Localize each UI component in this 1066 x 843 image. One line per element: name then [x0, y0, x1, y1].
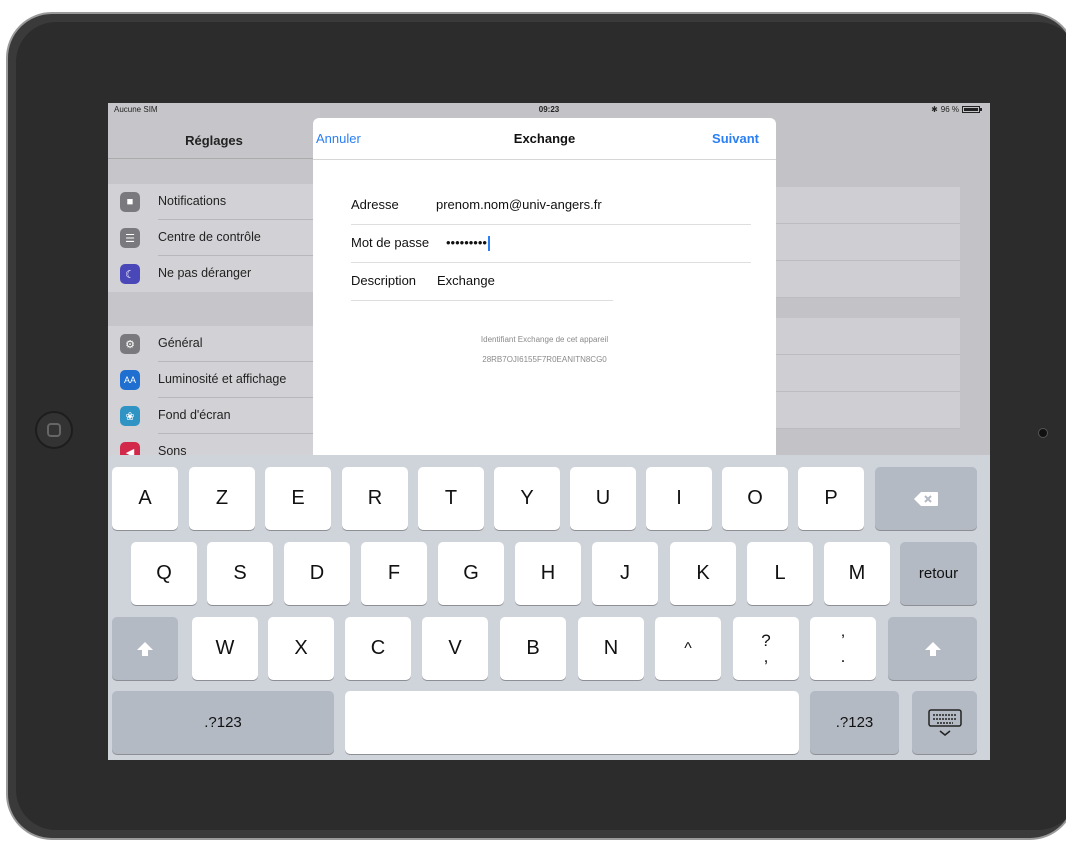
sidebar-item-label: Luminosité et affichage [158, 372, 287, 386]
delete-key[interactable] [875, 467, 977, 530]
shift-key-right[interactable] [888, 617, 977, 680]
gear-icon: ⚙ [120, 334, 140, 354]
key-j[interactable]: J [592, 542, 658, 605]
sidebar-item-wallpaper[interactable]: ❀ Fond d'écran [108, 398, 320, 434]
settings-group-1: ■ Notifications ☰ Centre de contrôle ☾ N… [108, 184, 320, 292]
key-e[interactable]: E [265, 467, 331, 530]
home-button[interactable] [35, 411, 73, 449]
key-w[interactable]: W [192, 617, 258, 680]
key-x[interactable]: X [268, 617, 334, 680]
sidebar-item-label: Général [158, 336, 203, 350]
key-o[interactable]: O [722, 467, 788, 530]
wallpaper-icon: ❀ [120, 406, 140, 426]
password-dots: ••••••••• [446, 235, 487, 250]
moon-icon: ☾ [120, 264, 140, 284]
sidebar-item-label: Notifications [158, 194, 227, 208]
control-center-icon: ☰ [120, 228, 140, 248]
password-input[interactable]: ••••••••• [446, 235, 490, 252]
address-label: Adresse [351, 197, 399, 212]
bluetooth-icon: ✱ [931, 105, 938, 114]
key-n[interactable]: N [578, 617, 644, 680]
key-d[interactable]: D [284, 542, 350, 605]
key-g[interactable]: G [438, 542, 504, 605]
key-m[interactable]: M [824, 542, 890, 605]
space-bar[interactable] [345, 691, 799, 754]
sidebar-item-general[interactable]: ⚙ Général [108, 326, 320, 362]
clock: 09:23 [538, 105, 560, 114]
sheet-title: Exchange [513, 131, 576, 146]
text-caret [487, 236, 490, 252]
camera-icon [1038, 428, 1048, 438]
sidebar-item-label: Centre de contrôle [158, 230, 261, 244]
shift-key-left[interactable] [112, 617, 178, 680]
key-z[interactable]: Z [189, 467, 255, 530]
key-y[interactable]: Y [494, 467, 560, 530]
key-circumflex[interactable]: ^ [655, 617, 721, 680]
return-key[interactable]: retour [900, 542, 977, 605]
key-k[interactable]: K [670, 542, 736, 605]
keyboard: A Z E R T Y U I O P Q S D F G H J K L M … [108, 455, 990, 760]
sidebar-item-label: Ne pas déranger [158, 266, 252, 280]
key-c[interactable]: C [345, 617, 411, 680]
home-square-icon [47, 423, 61, 437]
key-bottom-char: , [763, 646, 769, 666]
battery-icon [962, 106, 982, 113]
dismiss-keyboard-key[interactable] [912, 691, 977, 754]
description-input[interactable]: Exchange [437, 273, 495, 288]
address-field[interactable]: Adresse prenom.nom@univ-angers.fr [351, 187, 751, 225]
device-id-caption: Identifiant Exchange de cet appareil [480, 335, 609, 344]
key-question-comma[interactable]: ? , [733, 617, 799, 680]
password-field[interactable]: Mot de passe ••••••••• [351, 225, 751, 263]
shift-icon [137, 641, 153, 656]
description-field[interactable]: Description Exchange [351, 263, 613, 301]
sidebar-item-label: Fond d'écran [158, 408, 231, 422]
address-input[interactable]: prenom.nom@univ-angers.fr [436, 197, 602, 212]
key-v[interactable]: V [422, 617, 488, 680]
status-bar: Aucune SIM 09:23 ✱ 96 % [108, 103, 990, 117]
battery-percent: 96 % [940, 105, 959, 114]
key-i[interactable]: I [646, 467, 712, 530]
key-p[interactable]: P [798, 467, 864, 530]
key-u[interactable]: U [570, 467, 636, 530]
screen: Réglages ■ Notifications ☰ Centre de con… [108, 103, 990, 760]
sidebar-item-brightness[interactable]: AA Luminosité et affichage [108, 362, 320, 398]
sidebar-item-control-center[interactable]: ☰ Centre de contrôle [108, 220, 320, 256]
numbers-key-left[interactable]: .?123 [112, 691, 334, 754]
key-apostrophe-period[interactable]: ’ . [810, 617, 876, 680]
description-label: Description [351, 273, 417, 288]
sidebar-item-do-not-disturb[interactable]: ☾ Ne pas déranger [108, 256, 320, 292]
key-l[interactable]: L [747, 542, 813, 605]
key-s[interactable]: S [207, 542, 273, 605]
next-button[interactable]: Suivant [712, 131, 759, 146]
key-f[interactable]: F [361, 542, 427, 605]
keyboard-dismiss-icon [927, 708, 962, 736]
key-a[interactable]: A [112, 467, 178, 530]
shift-icon [924, 641, 941, 656]
backspace-icon [914, 491, 938, 506]
key-b[interactable]: B [500, 617, 566, 680]
sidebar-item-notifications[interactable]: ■ Notifications [108, 184, 320, 220]
password-label: Mot de passe [351, 235, 430, 250]
sheet-navbar: Annuler Exchange Suivant [313, 118, 776, 160]
key-q[interactable]: Q [131, 542, 197, 605]
numbers-key-right[interactable]: .?123 [810, 691, 899, 754]
key-h[interactable]: H [515, 542, 581, 605]
settings-group-2: ⚙ Général AA Luminosité et affichage ❀ F… [108, 326, 320, 470]
key-bottom-char: . [840, 646, 846, 666]
key-r[interactable]: R [342, 467, 408, 530]
brightness-icon: AA [120, 370, 140, 390]
settings-title: Réglages [185, 133, 243, 148]
key-t[interactable]: T [418, 467, 484, 530]
device-id: 28RB7OJI6155F7R0EANITN8CG0 [482, 355, 607, 364]
notifications-icon: ■ [120, 192, 140, 212]
